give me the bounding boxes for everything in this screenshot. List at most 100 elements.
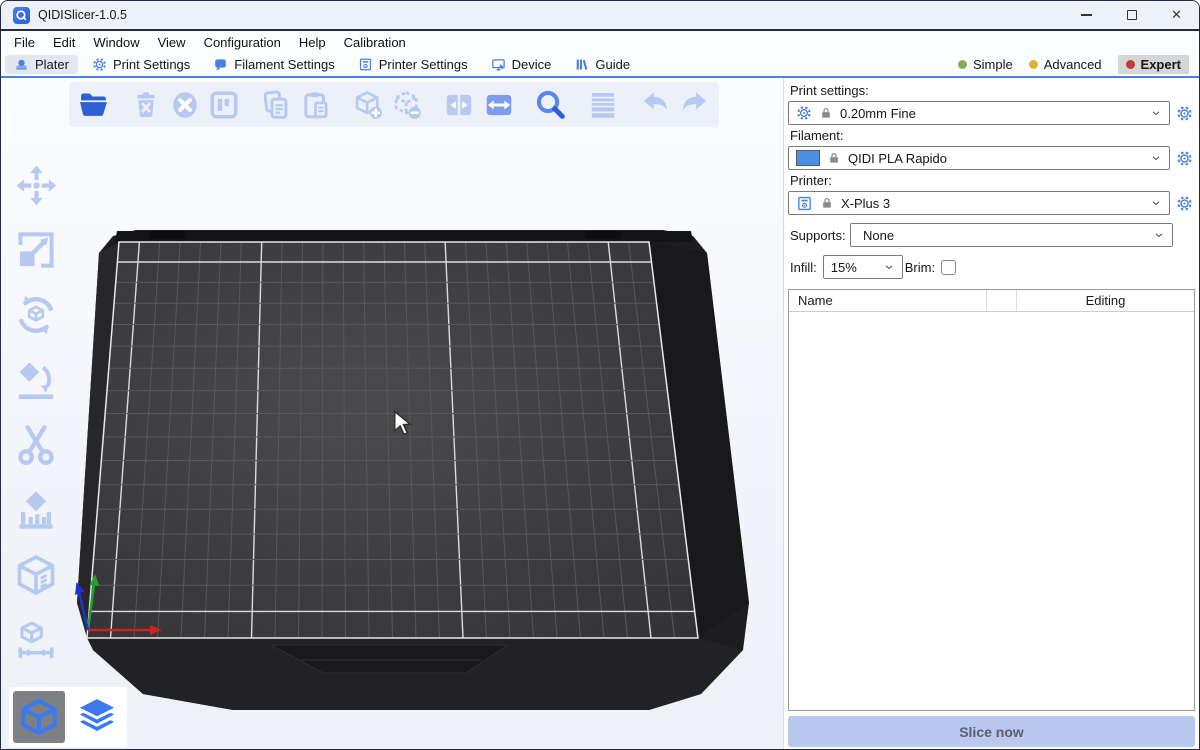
undo-button[interactable] [638,86,673,124]
cut-icon [14,423,58,467]
menu-file[interactable]: File [5,31,44,53]
paste-button[interactable] [298,86,333,124]
menu-window[interactable]: Window [84,31,148,53]
mode-advanced[interactable]: Advanced [1029,57,1102,72]
object-list-body[interactable] [789,312,1194,710]
object-list-header: Name Editing [789,290,1194,312]
paint-supports-icon [14,488,58,532]
arrange-icon [208,89,240,121]
3d-view-cube-icon [19,697,59,737]
maximize-icon [1127,10,1137,20]
trash-icon [130,89,162,121]
printer-label: Printer: [790,173,1195,188]
infill-label: Infill: [790,260,817,275]
print-settings-label: Print settings: [790,83,1195,98]
menu-edit[interactable]: Edit [44,31,84,53]
settings-sidebar: Print settings: 0.20mm Fine Filament: QI… [784,78,1199,749]
place-on-face-button[interactable] [11,355,61,405]
menu-help[interactable]: Help [290,31,335,53]
split-to-objects-button[interactable] [442,86,477,124]
measure-icon [15,619,57,661]
split-to-parts-button[interactable] [481,86,516,124]
tab-filament-settings[interactable]: Filament Settings [204,55,343,74]
seam-icon [14,553,58,597]
tab-guide[interactable]: Guide [565,55,639,74]
expert-dot-icon [1126,60,1135,69]
redo-button[interactable] [677,86,712,124]
print-settings-select[interactable]: 0.20mm Fine [788,101,1170,125]
menu-view[interactable]: View [149,31,195,53]
tab-printer-settings[interactable]: Printer Settings [349,55,477,74]
scale-button[interactable] [11,225,61,275]
infill-select[interactable]: 15% [823,255,903,279]
place-on-face-icon [14,358,58,402]
gear-icon [1176,150,1193,167]
paste-icon [300,89,332,121]
open-button[interactable] [76,86,111,124]
variable-layer-height-button[interactable] [585,86,620,124]
minimize-button[interactable] [1064,1,1109,29]
delete-all-button[interactable] [167,86,202,124]
remove-instance-icon [391,89,423,121]
column-name: Name [789,290,987,311]
measure-button[interactable] [11,615,61,665]
plater-icon [14,57,29,72]
seam-painting-button[interactable] [11,550,61,600]
filament-color-swatch [796,150,820,166]
lock-icon [820,196,834,210]
filament-label: Filament: [790,128,1195,143]
simple-dot-icon [958,60,967,69]
supports-select[interactable]: None [850,223,1173,247]
split-objects-icon [443,89,475,121]
filament-icon [213,57,228,72]
mouse-cursor [393,410,417,438]
maximize-button[interactable] [1109,1,1154,29]
title-bar[interactable]: QIDISlicer-1.0.5 ✕ [1,1,1199,29]
lock-icon [827,151,841,165]
view-toggles [9,687,127,747]
delete-button[interactable] [128,86,163,124]
menu-calibration[interactable]: Calibration [335,31,415,53]
remove-instance-button[interactable] [390,86,425,124]
arrange-button[interactable] [207,86,242,124]
edit-print-settings-button[interactable] [1173,105,1195,122]
move-button[interactable] [11,160,61,210]
3d-viewport[interactable] [1,78,784,749]
add-instance-button[interactable] [350,86,385,124]
gear-icon [796,105,812,121]
edit-filament-button[interactable] [1173,150,1195,167]
app-window: QIDISlicer-1.0.5 ✕ File Edit Window View… [0,0,1200,750]
3d-editor-view-button[interactable] [13,691,65,743]
edit-printer-button[interactable] [1173,195,1195,212]
close-button[interactable]: ✕ [1154,1,1199,29]
mode-expert[interactable]: Expert [1118,55,1189,74]
chevron-down-icon [1153,229,1165,241]
lock-icon [819,106,833,120]
chevron-down-icon [1150,197,1162,209]
rotate-button[interactable] [11,290,61,340]
mode-simple[interactable]: Simple [958,57,1013,72]
mode-selector: Simple Advanced Expert [958,55,1195,74]
window-title: QIDISlicer-1.0.5 [38,8,127,22]
paint-supports-button[interactable] [11,485,61,535]
split-parts-icon [483,89,515,121]
printer-select[interactable]: X-Plus 3 [788,191,1170,215]
printer-icon [796,195,813,212]
menu-configuration[interactable]: Configuration [195,31,290,53]
layer-height-icon [587,89,619,121]
slice-now-button[interactable]: Slice now [788,716,1195,747]
tab-device[interactable]: Device [482,55,561,74]
device-icon [491,57,506,72]
copy-button[interactable] [259,86,294,124]
search-button[interactable] [533,86,568,124]
filament-select[interactable]: QIDI PLA Rapido [788,146,1170,170]
tab-plater[interactable]: Plater [5,55,78,74]
brim-checkbox[interactable] [941,260,956,275]
cut-button[interactable] [11,420,61,470]
scale-icon [14,228,58,272]
chevron-down-icon [1150,107,1162,119]
menu-bar: File Edit Window View Configuration Help… [1,31,1199,53]
chevron-down-icon [1150,152,1162,164]
preview-view-button[interactable] [71,691,123,743]
tab-print-settings[interactable]: Print Settings [83,55,199,74]
